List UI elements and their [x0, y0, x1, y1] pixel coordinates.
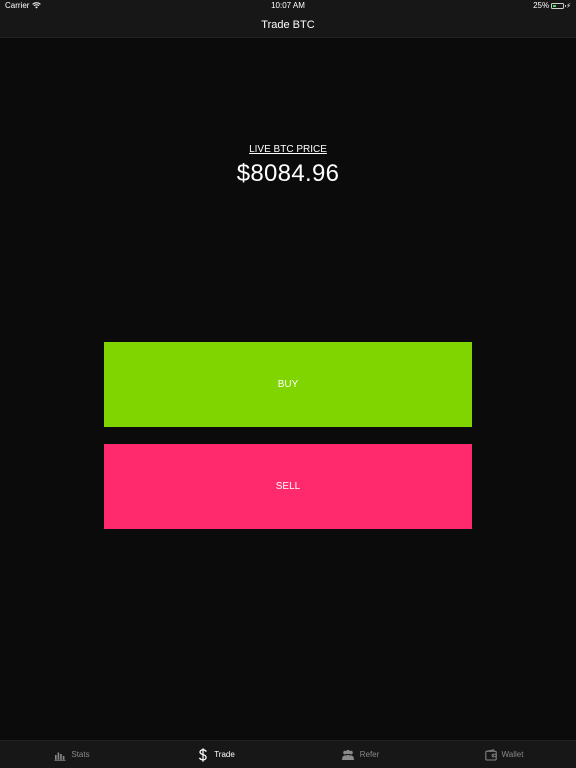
- tab-label: Trade: [214, 750, 235, 759]
- tab-label: Refer: [359, 750, 380, 759]
- price-block: LIVE BTC PRICE $8084.96: [0, 139, 576, 188]
- sell-button[interactable]: SELL: [104, 444, 472, 529]
- live-price-value: $8084.96: [236, 160, 340, 187]
- buy-button[interactable]: BUY: [104, 342, 472, 427]
- tab-trade[interactable]: Trade: [144, 741, 288, 768]
- people-icon: [341, 749, 354, 760]
- page-title: Trade BTC: [261, 18, 315, 31]
- status-bar: Carrier 10:07 AM 25% ⚡: [0, 0, 576, 12]
- battery-fill: [553, 4, 556, 7]
- trade-screen: Carrier 10:07 AM 25% ⚡ Trade BTC LIVE BT…: [0, 0, 576, 768]
- tab-stats[interactable]: Stats: [0, 741, 144, 768]
- charging-bolt-icon: ⚡: [566, 2, 571, 10]
- dollar-icon: [199, 747, 207, 762]
- bar-chart-icon: [54, 752, 66, 761]
- navigation-bar: Trade BTC: [0, 12, 576, 38]
- wallet-icon: [484, 748, 497, 761]
- status-time: 10:07 AM: [271, 1, 305, 10]
- tab-bar: Stats Trade Refer Wallet: [0, 740, 576, 768]
- status-right: 25% ⚡: [533, 1, 571, 10]
- battery-percent: 25%: [533, 1, 550, 10]
- tab-label: Stats: [71, 750, 90, 759]
- live-price-label: LIVE BTC PRICE: [249, 144, 327, 155]
- tab-wallet[interactable]: Wallet: [432, 741, 576, 768]
- battery-icon: [551, 2, 567, 9]
- tab-refer[interactable]: Refer: [288, 741, 432, 768]
- tab-label: Wallet: [501, 750, 524, 759]
